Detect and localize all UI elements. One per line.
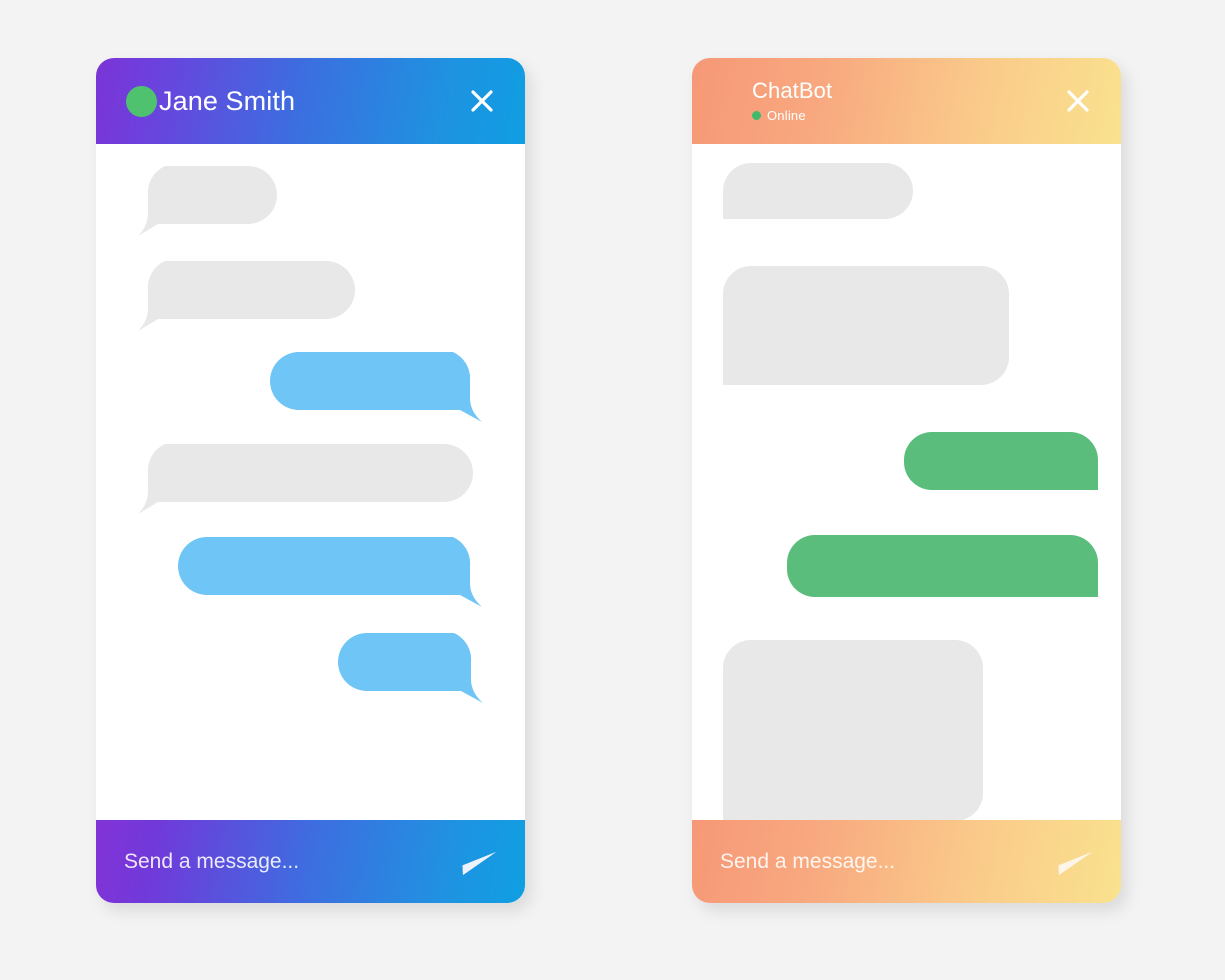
message-bubble-incoming[interactable]: [723, 266, 1009, 385]
status-label: Online: [767, 108, 806, 123]
chat-header: ChatBot Online: [692, 58, 1121, 144]
page-title: Jane Smith: [159, 85, 296, 116]
message-bubble-incoming[interactable]: [136, 261, 369, 333]
paper-plane-icon[interactable]: [1049, 845, 1095, 879]
close-icon[interactable]: [1061, 84, 1095, 118]
message-input[interactable]: [720, 849, 1049, 874]
message-input[interactable]: [124, 849, 453, 874]
status-dot-icon: [752, 111, 761, 120]
message-composer: [96, 820, 525, 903]
message-bubble-incoming[interactable]: [723, 640, 983, 820]
message-list: [96, 144, 525, 820]
message-bubble-outgoing[interactable]: [787, 535, 1098, 597]
avatar-circle-icon: [126, 85, 157, 117]
header-identity: ChatBot Online: [752, 80, 832, 122]
chat-window-chatbot: ChatBot Online: [692, 58, 1121, 903]
page-title: ChatBot: [752, 78, 833, 103]
message-bubble-incoming[interactable]: [723, 163, 913, 219]
message-bubble-incoming[interactable]: [136, 166, 291, 238]
paper-plane-icon[interactable]: [453, 845, 499, 879]
message-bubble-incoming[interactable]: [136, 444, 487, 516]
message-bubble-outgoing[interactable]: [270, 352, 496, 424]
message-bubble-outgoing[interactable]: [904, 432, 1098, 490]
message-bubble-outgoing[interactable]: [178, 537, 496, 609]
close-icon[interactable]: [465, 84, 499, 118]
chat-window-jane-smith: Jane Smith: [96, 58, 525, 903]
message-list: [692, 144, 1121, 820]
app-stage: Jane Smith Send a message... ChatBot Onl…: [0, 0, 1225, 980]
message-bubble-outgoing[interactable]: [338, 633, 497, 705]
message-composer: [692, 820, 1121, 903]
chat-header: Jane Smith: [96, 58, 525, 144]
status-badge: Online: [752, 109, 832, 122]
